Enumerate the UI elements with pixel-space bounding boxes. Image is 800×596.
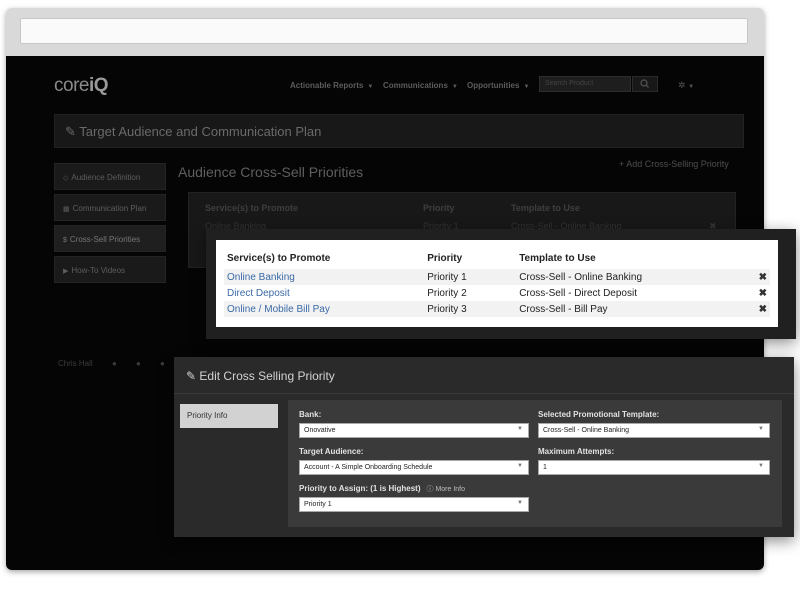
- bank-select[interactable]: Onovative ▼: [299, 423, 529, 438]
- user-name: Chris Hall: [58, 359, 93, 368]
- priority-table-card: Service(s) to Promote Priority Template …: [206, 229, 796, 339]
- table-row: Direct Deposit Priority 2 Cross-Sell - D…: [224, 285, 770, 301]
- settings-menu[interactable]: ✲ ▼: [678, 80, 694, 91]
- delete-row-icon[interactable]: ✖: [752, 269, 770, 285]
- column-header-template: Template to Use: [519, 252, 596, 264]
- column-header-service: Service(s) to Promote: [227, 252, 331, 264]
- chevron-down-icon: ▼: [517, 463, 523, 469]
- section-title: Audience Cross-Sell Priorities: [178, 164, 364, 180]
- pencil-icon: ✎: [186, 369, 197, 383]
- priority-form: Bank: Onovative ▼ Selected Promotional Te…: [288, 400, 782, 527]
- bank-label: Bank:: [299, 410, 322, 419]
- attempts-label: Maximum Attempts:: [538, 447, 615, 456]
- chevron-down-icon: ▼: [758, 426, 764, 432]
- nav-actionable-reports[interactable]: Actionable Reports ▼: [290, 81, 373, 90]
- search-button[interactable]: [632, 76, 658, 92]
- priority-label: Priority to Assign: (1 is Highest) ⓘ More…: [299, 484, 466, 493]
- page-title: Target Audience and Communication Plan: [79, 124, 322, 139]
- calendar-icon: ▦: [63, 206, 70, 213]
- search-input[interactable]: Search Product: [539, 76, 631, 92]
- chevron-down-icon: ▼: [523, 84, 530, 90]
- sidebar-item-communication-plan[interactable]: ▦ Communication Plan: [54, 194, 166, 221]
- info-icon: ⓘ: [426, 486, 434, 493]
- sidebar-item-audience-definition[interactable]: ◇ Audience Definition: [54, 163, 166, 190]
- audience-select[interactable]: Account - A Simple Onboarding Schedule ▼: [299, 460, 529, 475]
- coreiq-logo[interactable]: coreiQ: [54, 75, 109, 97]
- service-link[interactable]: Online Banking: [224, 269, 425, 285]
- sidebar-item-how-to-videos[interactable]: ▶ How-To Videos: [54, 256, 166, 283]
- more-info-link[interactable]: ⓘ More Info: [427, 486, 466, 493]
- panel-header: ✎ Edit Cross Selling Priority: [174, 357, 794, 394]
- chevron-down-icon: ▼: [758, 463, 764, 469]
- sidebar-item-cross-sell-priorities[interactable]: $ Cross-Sell Priorities: [54, 225, 166, 252]
- add-cross-selling-priority-link[interactable]: + Add Cross-Selling Priority: [619, 159, 729, 169]
- attempts-select[interactable]: 1 ▼: [538, 460, 770, 475]
- panel-title: Edit Cross Selling Priority: [199, 369, 335, 383]
- chevron-down-icon: ▼: [517, 426, 523, 432]
- service-link[interactable]: Direct Deposit: [224, 285, 424, 301]
- page-header: ✎ Target Audience and Communication Plan: [54, 114, 744, 148]
- table-row: Online / Mobile Bill Pay Priority 3 Cros…: [224, 301, 770, 317]
- priority-table: Service(s) to Promote Priority Template …: [216, 240, 778, 327]
- video-icon: ▶: [63, 268, 69, 275]
- nav-opportunities[interactable]: Opportunities ▼: [467, 81, 529, 90]
- lightbulb-icon: ●: [136, 359, 141, 368]
- chat-icon: ●: [112, 359, 117, 368]
- chevron-down-icon: ▼: [517, 500, 523, 506]
- table-row: Online Banking Priority 1 Cross-Sell - O…: [224, 269, 770, 285]
- chevron-down-icon: ▼: [688, 84, 695, 90]
- template-label: Selected Promotional Template:: [538, 410, 660, 419]
- settings-icon: ●: [160, 359, 165, 368]
- priority-select[interactable]: Priority 1 ▼: [299, 497, 529, 512]
- dollar-icon: $: [63, 237, 67, 244]
- delete-row-icon[interactable]: ✖: [752, 285, 770, 301]
- gear-icon: ✲: [678, 80, 686, 90]
- column-header-priority: Priority: [427, 252, 463, 264]
- template-select[interactable]: Cross-Sell - Online Banking ▼: [538, 423, 770, 438]
- search-icon: [640, 79, 649, 88]
- diamond-icon: ◇: [63, 175, 69, 182]
- tab-priority-info[interactable]: Priority Info: [180, 404, 278, 428]
- pencil-icon: ✎: [65, 124, 76, 139]
- chevron-down-icon: ▼: [367, 84, 374, 90]
- delete-row-icon[interactable]: ✖: [752, 301, 770, 317]
- edit-priority-panel: ✎ Edit Cross Selling Priority Priority I…: [174, 357, 794, 537]
- chevron-down-icon: ▼: [451, 84, 458, 90]
- nav-communications[interactable]: Communications ▼: [383, 81, 458, 90]
- service-link[interactable]: Online / Mobile Bill Pay: [224, 301, 425, 317]
- address-bar[interactable]: [20, 18, 748, 44]
- audience-label: Target Audience:: [299, 447, 364, 456]
